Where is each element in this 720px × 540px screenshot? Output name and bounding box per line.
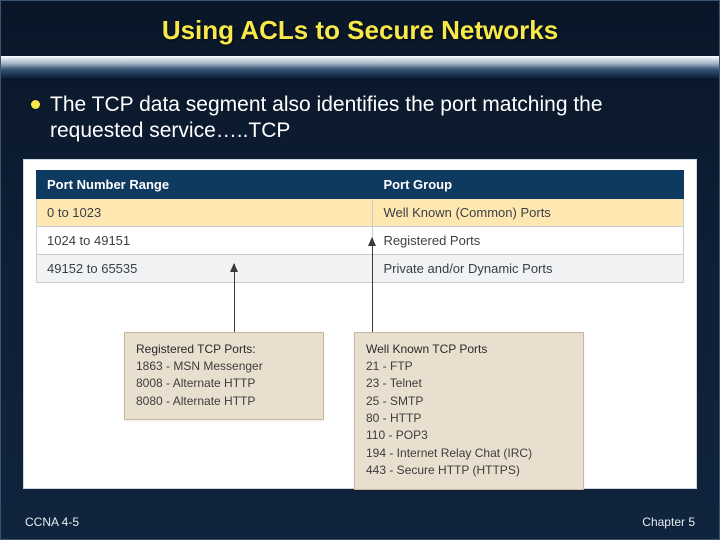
cell-range: 49152 to 65535 <box>37 254 373 282</box>
footer-left: CCNA 4-5 <box>25 515 79 529</box>
cell-group: Private and/or Dynamic Ports <box>373 254 684 282</box>
page-title: Using ACLs to Secure Networks <box>1 1 719 56</box>
callout-wellknown-ports: Well Known TCP Ports 21 - FTP 23 - Telne… <box>354 332 584 490</box>
figure-panel: Port Number Range Port Group 0 to 1023 W… <box>23 159 697 489</box>
callout-line: 8080 - Alternate HTTP <box>136 393 312 410</box>
footer-right: Chapter 5 <box>642 515 695 529</box>
callout-line: 23 - Telnet <box>366 375 572 392</box>
cell-range: 1024 to 49151 <box>37 226 373 254</box>
callout-title: Registered TCP Ports: <box>136 341 312 358</box>
col-header-group: Port Group <box>373 170 684 198</box>
table-row: 1024 to 49151 Registered Ports <box>37 226 684 254</box>
cell-group: Registered Ports <box>373 226 684 254</box>
callout-registered-ports: Registered TCP Ports: 1863 - MSN Messeng… <box>124 332 324 421</box>
callout-title: Well Known TCP Ports <box>366 341 572 358</box>
callout-line: 110 - POP3 <box>366 427 572 444</box>
callout-line: 8008 - Alternate HTTP <box>136 375 312 392</box>
bullet-list: The TCP data segment also identifies the… <box>1 92 719 153</box>
callout-line: 1863 - MSN Messenger <box>136 358 312 375</box>
callout-line: 80 - HTTP <box>366 410 572 427</box>
cell-range: 0 to 1023 <box>37 198 373 226</box>
callout-line: 21 - FTP <box>366 358 572 375</box>
col-header-range: Port Number Range <box>37 170 373 198</box>
table-row: 49152 to 65535 Private and/or Dynamic Po… <box>37 254 684 282</box>
arrow-icon <box>372 238 373 332</box>
slide: Using ACLs to Secure Networks The TCP da… <box>0 0 720 540</box>
footer: CCNA 4-5 Chapter 5 <box>1 515 719 529</box>
ports-table: Port Number Range Port Group 0 to 1023 W… <box>36 170 684 283</box>
callout-line: 194 - Internet Relay Chat (IRC) <box>366 445 572 462</box>
cell-group: Well Known (Common) Ports <box>373 198 684 226</box>
bullet-icon <box>31 100 40 109</box>
table-header-row: Port Number Range Port Group <box>37 170 684 198</box>
bullet-item: The TCP data segment also identifies the… <box>31 92 685 145</box>
title-divider <box>1 56 719 78</box>
callout-line: 25 - SMTP <box>366 393 572 410</box>
table-row: 0 to 1023 Well Known (Common) Ports <box>37 198 684 226</box>
arrow-icon <box>234 264 235 332</box>
callout-line: 443 - Secure HTTP (HTTPS) <box>366 462 572 479</box>
bullet-text: The TCP data segment also identifies the… <box>50 92 685 145</box>
